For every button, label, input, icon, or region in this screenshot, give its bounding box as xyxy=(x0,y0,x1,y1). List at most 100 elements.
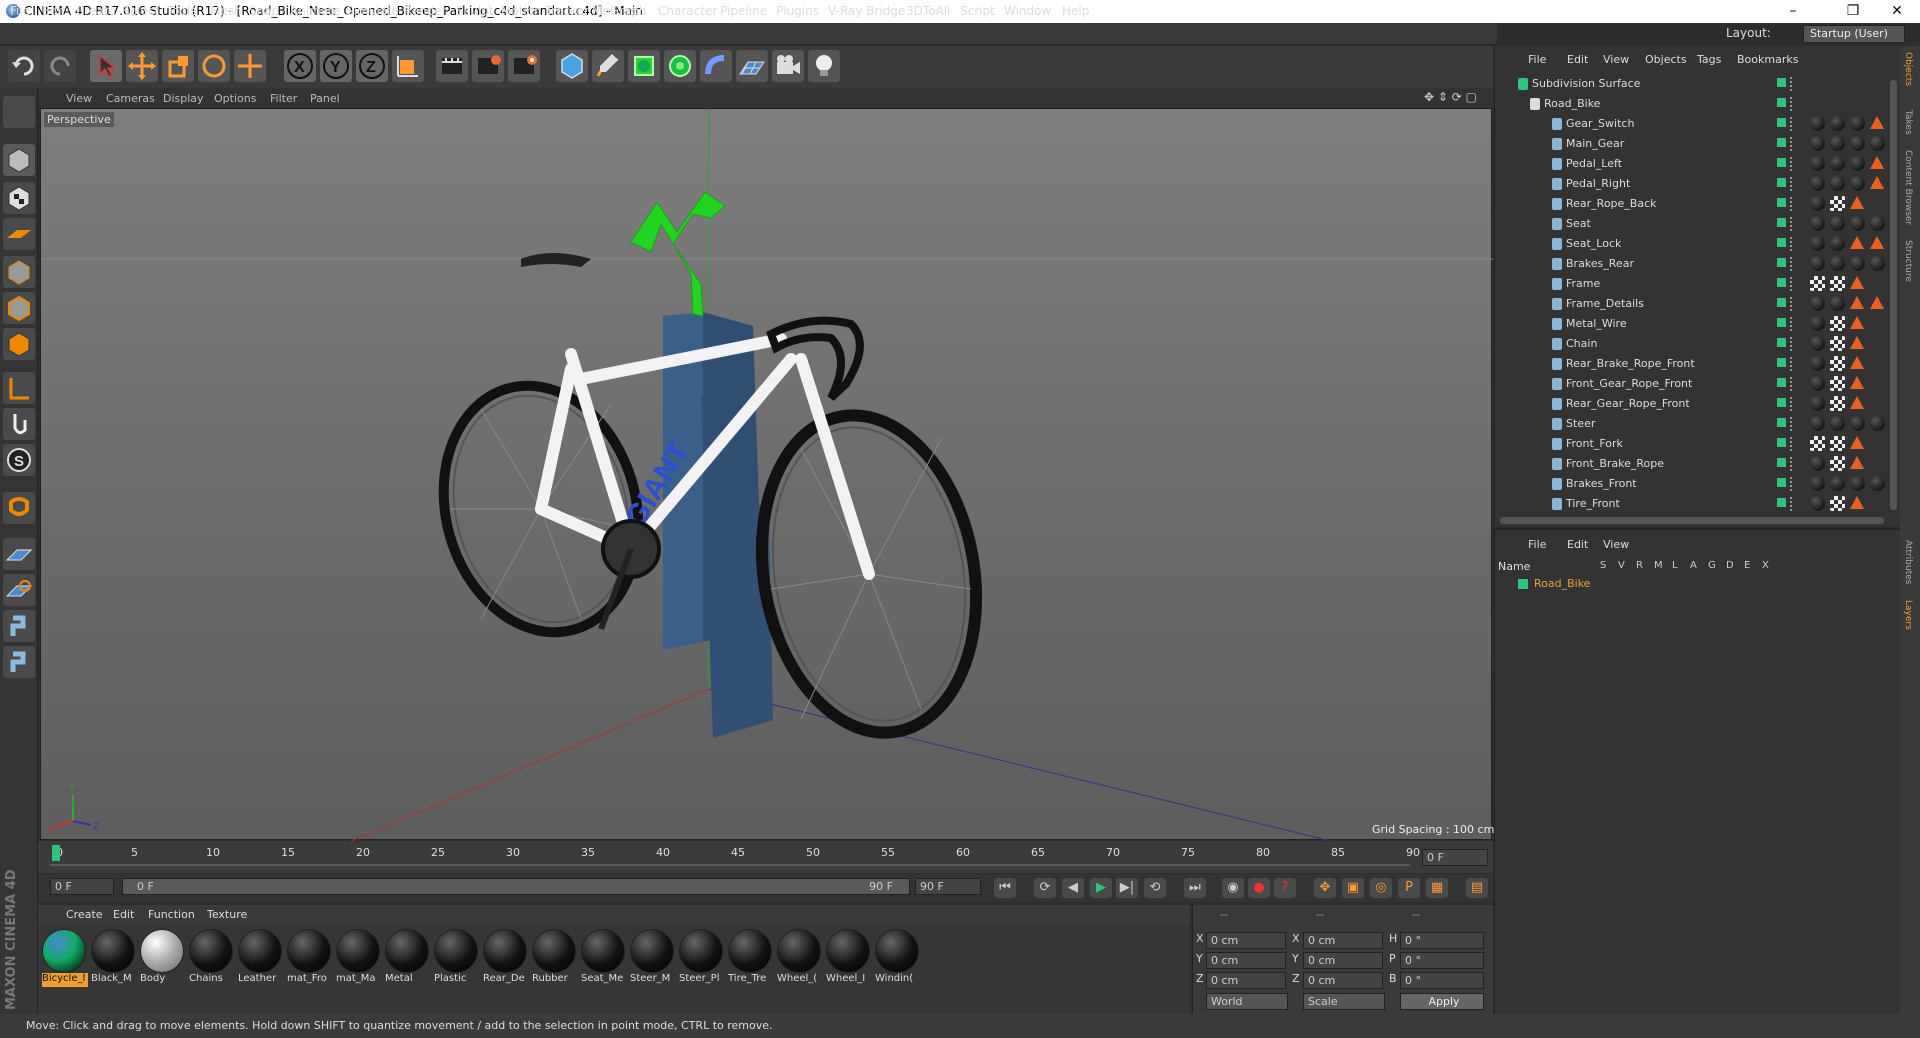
object-row-steer[interactable]: Steer xyxy=(1500,414,1890,434)
layer-column-a[interactable]: A xyxy=(1690,560,1697,571)
visibility-dots[interactable] xyxy=(1790,397,1794,411)
side-tab-attributes[interactable]: Attributes xyxy=(1903,540,1913,584)
material-swatch[interactable]: Bicycle_l xyxy=(42,929,88,987)
visibility-dots[interactable] xyxy=(1790,237,1794,251)
deformer-icon[interactable] xyxy=(700,50,732,82)
render-view-icon[interactable] xyxy=(436,50,468,82)
texture-tag-icon[interactable] xyxy=(1830,416,1845,431)
visibility-dots[interactable] xyxy=(1790,457,1794,471)
material-swatch[interactable]: mat_Ma xyxy=(336,929,382,987)
coord-size-field[interactable]: 0 cm xyxy=(1303,952,1383,969)
object-menu-view[interactable]: View xyxy=(1603,53,1629,66)
texture-tag-icon[interactable] xyxy=(1870,216,1885,231)
texture-tag-icon[interactable] xyxy=(1810,196,1825,211)
viewport-menu-panel[interactable]: Panel xyxy=(310,92,340,105)
object-row-chain[interactable]: Chain xyxy=(1500,334,1890,354)
visibility-dots[interactable] xyxy=(1790,177,1794,191)
pen-spline-icon[interactable] xyxy=(592,50,624,82)
warning-tag-icon[interactable] xyxy=(1870,176,1884,189)
texture-tag-icon[interactable] xyxy=(1870,256,1885,271)
material-menu-edit[interactable]: Edit xyxy=(113,908,134,921)
texture-tag-icon[interactable] xyxy=(1830,476,1845,491)
step-back-icon[interactable]: ◀ xyxy=(1062,878,1084,898)
coord-rotation-field[interactable]: 0 ° xyxy=(1400,952,1484,969)
checker-tag-icon[interactable] xyxy=(1810,436,1825,451)
layer-color-swatch[interactable] xyxy=(1777,278,1786,287)
layout-select[interactable]: Startup (User) xyxy=(1803,25,1905,43)
warning-tag-icon[interactable] xyxy=(1850,456,1864,469)
coord-rotation-field[interactable]: 0 ° xyxy=(1400,932,1484,949)
menu-window[interactable]: Window xyxy=(1004,4,1051,18)
layer-color-swatch[interactable] xyxy=(1777,318,1786,327)
checker-tag-icon[interactable] xyxy=(1830,396,1845,411)
object-row-road-bike[interactable]: Road_Bike xyxy=(1500,94,1890,114)
layer-column-e[interactable]: E xyxy=(1744,560,1750,571)
record-loop-icon[interactable]: ⟲ xyxy=(1144,878,1166,898)
texture-tag-icon[interactable] xyxy=(1850,116,1865,131)
texture-tag-icon[interactable] xyxy=(1850,136,1865,151)
material-swatch[interactable]: Wheel_( xyxy=(777,929,823,987)
visibility-dots[interactable] xyxy=(1790,437,1794,451)
menu-script[interactable]: Script xyxy=(960,4,995,18)
visibility-dots[interactable] xyxy=(1790,497,1794,511)
coord-position-field[interactable]: 0 cm xyxy=(1206,952,1286,969)
layer-menu-file[interactable]: File xyxy=(1528,538,1546,551)
menu-mesh[interactable]: Mesh xyxy=(210,4,242,18)
subdivision-surface-icon[interactable] xyxy=(628,50,660,82)
layer-color-swatch[interactable] xyxy=(1777,498,1786,507)
warning-tag-icon[interactable] xyxy=(1850,496,1864,509)
texture-tag-icon[interactable] xyxy=(1810,356,1825,371)
end-frame-field[interactable]: 90 F xyxy=(915,878,981,895)
layer-column-m[interactable]: M xyxy=(1654,560,1663,571)
viewport-menu-view[interactable]: View xyxy=(66,92,92,105)
object-row-seat_lock[interactable]: Seat_Lock xyxy=(1500,234,1890,254)
warning-tag-icon[interactable] xyxy=(1870,296,1884,309)
texture-tag-icon[interactable] xyxy=(1830,136,1845,151)
layer-color-swatch[interactable] xyxy=(1777,218,1786,227)
material-swatch[interactable]: Wheel_I xyxy=(826,929,872,987)
layer-color-swatch[interactable] xyxy=(1777,118,1786,127)
z-axis-lock-icon[interactable]: Z xyxy=(356,50,388,82)
start-frame-field[interactable]: 0 F xyxy=(50,878,114,895)
timeline-playhead[interactable] xyxy=(52,845,60,861)
texture-tag-icon[interactable] xyxy=(1830,296,1845,311)
object-row-front_gear_rope_front[interactable]: Front_Gear_Rope_Front xyxy=(1500,374,1890,394)
material-swatch[interactable]: Steer_M xyxy=(630,929,676,987)
object-row-rear_gear_rope_front[interactable]: Rear_Gear_Rope_Front xyxy=(1500,394,1890,414)
texture-tag-icon[interactable] xyxy=(1850,176,1865,191)
texture-tag-icon[interactable] xyxy=(1850,416,1865,431)
texture-tag-icon[interactable] xyxy=(1810,216,1825,231)
coord-position-field[interactable]: 0 cm xyxy=(1206,972,1286,989)
layer-column-v[interactable]: V xyxy=(1618,560,1625,571)
layer-column-r[interactable]: R xyxy=(1636,560,1643,571)
warning-tag-icon[interactable] xyxy=(1870,156,1884,169)
menu-help[interactable]: Help xyxy=(1062,4,1089,18)
object-horizontal-scrollbar[interactable] xyxy=(1500,517,1884,524)
material-swatch[interactable]: Body xyxy=(140,929,186,987)
side-tab-layers[interactable]: Layers xyxy=(1903,600,1913,630)
layer-color-swatch[interactable] xyxy=(1777,458,1786,467)
visibility-dots[interactable] xyxy=(1790,377,1794,391)
model-mode-icon[interactable] xyxy=(3,144,35,176)
timeline[interactable] xyxy=(38,841,1493,873)
texture-tag-icon[interactable] xyxy=(1810,156,1825,171)
current-frame-field[interactable]: 0 F xyxy=(1422,849,1488,866)
menu-select[interactable]: Select xyxy=(122,4,159,18)
object-row-frame[interactable]: Frame xyxy=(1500,274,1890,294)
light-icon[interactable] xyxy=(808,50,840,82)
menu-create[interactable]: Create xyxy=(76,4,116,18)
material-swatch[interactable]: Rubber xyxy=(532,929,578,987)
x-axis-lock-icon[interactable]: X xyxy=(284,50,316,82)
live-selection-icon[interactable] xyxy=(234,50,266,82)
layer-color-swatch[interactable] xyxy=(1777,198,1786,207)
texture-tag-icon[interactable] xyxy=(1850,476,1865,491)
menu-plugins[interactable]: Plugins xyxy=(776,4,819,18)
checker-tag-icon[interactable] xyxy=(1830,456,1845,471)
layer-column-x[interactable]: X xyxy=(1762,560,1769,571)
object-menu-file[interactable]: File xyxy=(1528,53,1546,66)
redo-icon[interactable] xyxy=(44,50,76,82)
rotate-tool-icon[interactable] xyxy=(198,50,230,82)
texture-tag-icon[interactable] xyxy=(1810,416,1825,431)
material-swatch[interactable]: Rear_De xyxy=(483,929,529,987)
goto-start-icon[interactable]: ⏮ xyxy=(994,878,1016,898)
